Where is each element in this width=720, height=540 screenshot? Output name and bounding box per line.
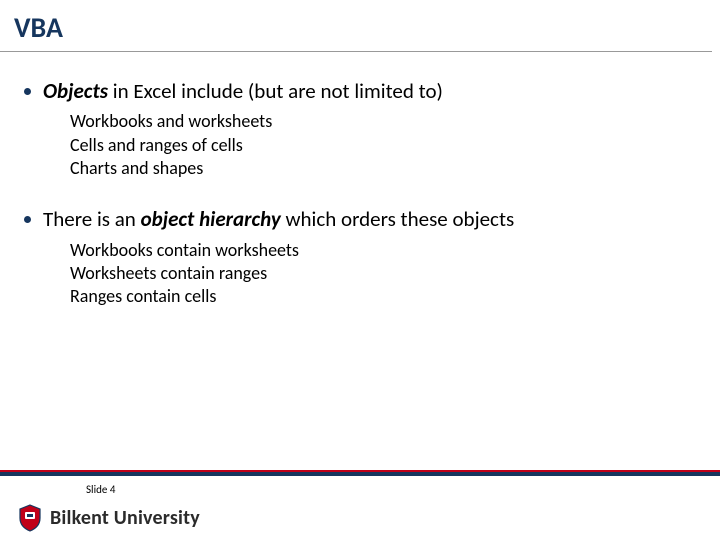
university-name: Bilkent University [50,506,200,530]
sub-item: Charts and shapes [70,157,696,180]
bullet-item: There is an object hierarchy which order… [24,206,696,232]
sub-item: Ranges contain cells [70,285,696,308]
sub-item: Worksheets contain ranges [70,262,696,285]
bullet-item: Objects in Excel include (but are not li… [24,78,696,104]
bullet-text: Objects in Excel include (but are not li… [43,78,443,104]
bullet-icon [24,216,31,223]
slide-content: Objects in Excel include (but are not li… [0,52,720,309]
slide-title: VBA [0,0,712,52]
bullet-rest: in Excel include (but are not limited to… [108,78,443,104]
sub-item: Workbooks contain worksheets [70,239,696,262]
emphasis-text: Objects [43,78,108,104]
sub-item: Cells and ranges of cells [70,134,696,157]
sub-item: Workbooks and worksheets [70,110,696,133]
emphasis-text: object hierarchy [141,206,281,232]
sub-list: Workbooks contain worksheets Worksheets … [24,239,696,309]
bullet-text: There is an object hierarchy which order… [43,206,514,232]
university-logo: Bilkent University [18,504,200,532]
bullet-rest: which orders these objects [281,206,514,232]
slide: VBA Objects in Excel include (but are no… [0,0,720,540]
bullet-pre: There is an [43,206,141,232]
sub-list: Workbooks and worksheets Cells and range… [24,110,696,180]
slide-number: Slide 4 [86,483,115,496]
bullet-icon [24,88,31,95]
shield-icon [18,504,42,532]
footer-divider [0,470,720,476]
